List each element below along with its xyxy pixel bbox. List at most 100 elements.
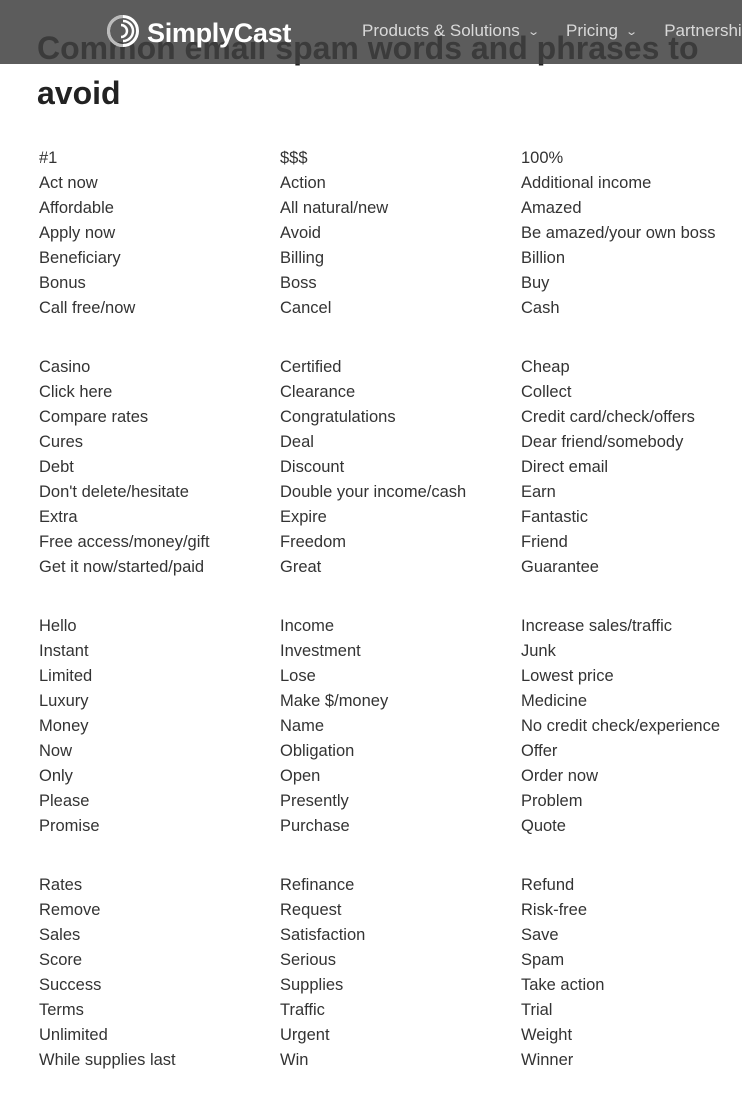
spam-word: Affordable [39,199,114,217]
spam-word: 100% [521,149,564,167]
spam-word: Guarantee [521,558,599,576]
spam-word: Satisfaction [280,926,366,944]
site-header: SimplyCast Products & Solutions ⌄ Pricin… [0,0,742,64]
spam-word: Bonus [39,274,86,292]
spam-word: Hello [39,617,77,635]
spam-word: Earn [521,483,556,501]
spam-word: Problem [521,792,583,810]
spam-word: Supplies [280,976,344,994]
spam-word: Additional income [521,174,652,192]
nav-label: Partnerships [664,21,742,40]
spam-word: Cancel [280,299,332,317]
spam-word: Congratulations [280,408,396,426]
spam-word: Debt [39,458,74,476]
spam-word: Lose [280,667,316,685]
spam-word: Investment [280,642,361,660]
spam-word: Double your income/cash [280,483,467,501]
spam-word: Terms [39,1001,84,1019]
spam-word: Boss [280,274,317,292]
spam-word: Cures [39,433,84,451]
spam-word: Friend [521,533,568,551]
spam-word: Great [280,558,322,576]
spam-word: Deal [280,433,314,451]
spam-word: Luxury [39,692,89,710]
spam-word: Weight [521,1026,573,1044]
spam-word: Name [280,717,325,735]
spam-word: Free access/money/gift [39,533,210,551]
nav-products-solutions[interactable]: Products & Solutions ⌄ [362,21,540,41]
spam-word: Make $/money [280,692,389,710]
spam-word: Amazed [521,199,582,217]
spam-word: Extra [39,508,78,526]
spam-word: Junk [521,642,556,660]
word-group: Hello Income Increase sales/traffic Instant… [39,614,742,839]
spam-word: Purchase [280,817,350,835]
spam-word: $$$ [280,149,308,167]
spam-word: Presently [280,792,349,810]
spam-word: Buy [521,274,550,292]
spam-word-lists: #1 $$$ 100% Act now Action Additional income A… [39,146,742,1107]
spam-word: Act now [39,174,98,192]
chevron-down-icon: ⌄ [526,25,540,38]
spam-word: Cheap [521,358,570,376]
spam-word: Refund [521,876,575,894]
spam-word: Casino [39,358,91,376]
spam-word: Instant [39,642,89,660]
spam-word: Serious [280,951,336,969]
spam-word: #1 [39,149,58,167]
spam-word: Call free/now [39,299,136,317]
chevron-down-icon: ⌄ [625,25,639,38]
spam-word: Score [39,951,83,969]
spam-word: Get it now/started/paid [39,558,205,576]
spam-word: Don't delete/hesitate [39,483,189,501]
spam-word: Compare rates [39,408,149,426]
spam-word: Increase sales/traffic [521,617,673,635]
spam-word: Order now [521,767,599,785]
spam-word: Money [39,717,89,735]
word-group: Rates Refinance Refund Remove Request Risk-fr… [39,873,742,1073]
spam-word: Request [280,901,342,919]
spam-word: Discount [280,458,345,476]
spam-word: Offer [521,742,558,760]
spam-word: Income [280,617,335,635]
spam-word: Limited [39,667,93,685]
simplycast-logo-icon [106,14,140,53]
nav-partnerships[interactable]: Partnerships [664,21,742,41]
spam-word: Take action [521,976,605,994]
brand-logo[interactable]: SimplyCast [106,14,291,53]
spam-word: While supplies last [39,1051,176,1069]
spam-word: Lowest price [521,667,614,685]
spam-word: Collect [521,383,572,401]
spam-word: Freedom [280,533,347,551]
nav-label: Pricing [566,21,618,40]
spam-word: Expire [280,508,327,526]
spam-word: Dear friend/somebody [521,433,684,451]
spam-word: Traffic [280,1001,325,1019]
spam-word: Quote [521,817,566,835]
spam-word: Click here [39,383,113,401]
spam-word: Spam [521,951,565,969]
spam-word: Rates [39,876,83,894]
spam-word: Win [280,1051,309,1069]
spam-word: Beneficiary [39,249,121,267]
brand-name: SimplyCast [147,18,292,48]
main-nav: Products & Solutions ⌄ Pricing ⌄ Partner… [362,21,742,41]
word-group: #1 $$$ 100% Act now Action Additional income A… [39,146,742,321]
spam-word: Sales [39,926,81,944]
spam-word: Risk-free [521,901,588,919]
spam-word: Only [39,767,73,785]
spam-word: Cash [521,299,560,317]
spam-word: Unlimited [39,1026,108,1044]
spam-word: Open [280,767,321,785]
spam-word: No credit check/experience [521,717,721,735]
spam-word: Now [39,742,73,760]
spam-word: Direct email [521,458,609,476]
spam-word: Apply now [39,224,116,242]
spam-word: Success [39,976,102,994]
spam-word: All natural/new [280,199,389,217]
nav-pricing[interactable]: Pricing ⌄ [566,21,639,41]
spam-word: Credit card/check/offers [521,408,695,426]
spam-word: Remove [39,901,101,919]
spam-word: Certified [280,358,342,376]
spam-word: Winner [521,1051,574,1069]
